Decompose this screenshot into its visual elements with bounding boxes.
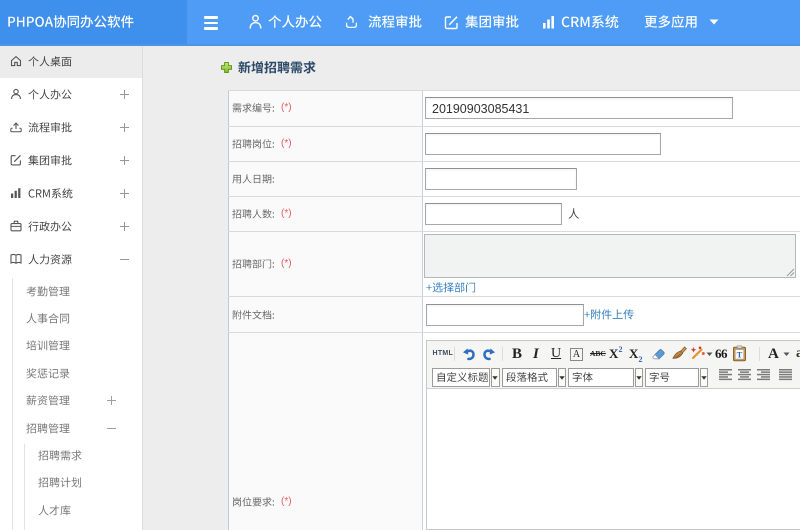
- svg-text:T: T: [737, 349, 743, 359]
